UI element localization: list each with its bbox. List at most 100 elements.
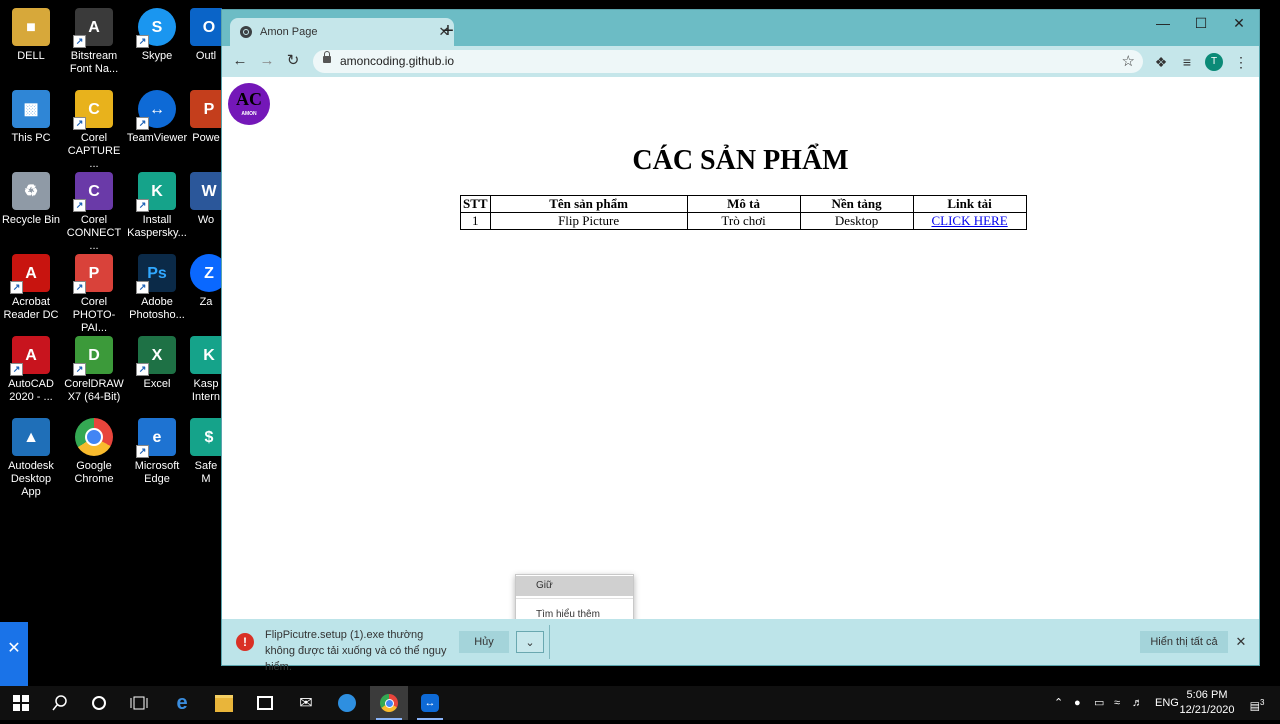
desktop-icon-corel-photopaint[interactable]: P ↗ Corel PHOTO-PAI... <box>63 254 125 335</box>
volume-icon[interactable]: ♬ <box>1132 686 1143 720</box>
desktop-icon-outlook[interactable]: O Outl <box>190 8 222 63</box>
taskbar-safari[interactable] <box>328 686 366 720</box>
desktop-icon-acrobat[interactable]: A ↗ Acrobat Reader DC <box>0 254 62 322</box>
desktop-icon-label: Acrobat Reader DC <box>3 296 59 321</box>
zalo-icon: Z <box>190 254 222 292</box>
desktop-icon-excel[interactable]: X ↗ Excel <box>126 336 188 391</box>
download-link[interactable]: CLICK HERE <box>931 213 1007 228</box>
download-options-button[interactable]: ⌄ <box>516 631 544 653</box>
show-all-button[interactable]: Hiển thị tất cả <box>1140 631 1228 653</box>
search-button[interactable] <box>41 686 79 720</box>
taskbar-teamviewer[interactable]: ↔ <box>411 686 449 720</box>
taskbar-mail[interactable]: ✉ <box>287 686 325 720</box>
menu-item-keep[interactable]: Giữ <box>516 576 633 596</box>
bookmark-star-icon[interactable]: ☆ <box>1122 50 1135 73</box>
autodesk-icon: ▲ <box>12 418 50 456</box>
address-bar[interactable]: amoncoding.github.io ☆ <box>313 50 1143 73</box>
desktop-icon-label: Corel PHOTO-PAI... <box>72 296 116 334</box>
microphone-icon[interactable]: ● <box>1074 686 1081 720</box>
new-tab-button[interactable]: + <box>438 19 458 43</box>
taskbar-file-explorer[interactable] <box>205 686 243 720</box>
desktop-icon-label: Kasp Intern <box>191 378 221 403</box>
desktop-icon-powerpoint[interactable]: P Powe <box>190 90 222 145</box>
desktop-icon-label: Autodesk Desktop App <box>8 460 54 498</box>
desktop-icon-label: DELL <box>17 50 45 62</box>
desktop-icon-label: Bitstream Font Na... <box>69 50 119 75</box>
site-logo[interactable]: AC AMON <box>228 83 270 125</box>
column-header: Nền tảng <box>799 195 914 213</box>
teamviewer-icon: ↔ <box>421 694 439 712</box>
desktop-icon-teamviewer[interactable]: ↔ ↗ TeamViewer <box>126 90 188 145</box>
desktop-icon-word[interactable]: W Wo <box>190 172 222 227</box>
extensions-icon[interactable]: ❖ <box>1151 52 1171 72</box>
menu-divider <box>516 598 633 599</box>
close-shelf-icon[interactable]: ✕ <box>1231 631 1251 653</box>
desktop-icon-photoshop[interactable]: Ps ↗ Adobe Photosho... <box>126 254 188 322</box>
tab-amon-page[interactable]: Amon Page ✕ <box>230 18 454 46</box>
desktop-icon-autocad[interactable]: A ↗ AutoCAD 2020 - ... <box>0 336 62 404</box>
media-queue-icon[interactable]: ≡ <box>1177 52 1197 72</box>
table-row: 1 Flip Picture Trò chơi Desktop CLICK HE… <box>460 212 1027 230</box>
reload-button[interactable]: ↻ <box>282 50 304 72</box>
profile-avatar[interactable]: T <box>1205 53 1223 71</box>
desktop-icon-edge[interactable]: e ↗ Microsoft Edge <box>126 418 188 486</box>
clock-date: 12/21/2020 <box>1179 704 1235 716</box>
word-icon: W <box>190 172 222 210</box>
taskbar-chrome[interactable] <box>370 686 408 720</box>
desktop-icon-label: CorelDRAW X7 (64-Bit) <box>64 378 124 403</box>
cortana-button[interactable] <box>80 686 118 720</box>
close-window-button[interactable]: ✕ <box>1220 10 1258 38</box>
mail-icon: ✉ <box>299 695 313 712</box>
action-center-button[interactable]: ▤3 <box>1246 686 1268 720</box>
skype-icon: S ↗ <box>136 8 176 48</box>
safe-money-icon: $ <box>190 418 222 456</box>
desktop-icon-corel-capture[interactable]: C ↗ Corel CAPTURE ... <box>63 90 125 171</box>
desktop-icon-chrome[interactable]: Google Chrome <box>63 418 125 486</box>
outlook-icon: O <box>190 8 222 46</box>
lock-icon <box>323 51 331 63</box>
folder-user-icon: ■ <box>12 8 50 46</box>
cortana-icon <box>92 696 106 710</box>
desktop-icon-recycle-bin[interactable]: ♻ Recycle Bin <box>0 172 62 227</box>
corel-capture-icon: C ↗ <box>73 90 113 130</box>
desktop-icon-this-pc[interactable]: ▩ This PC <box>0 90 62 145</box>
desktop-icon-coreldraw[interactable]: D ↗ CorelDRAW X7 (64-Bit) <box>63 336 125 404</box>
excel-icon: X ↗ <box>136 336 176 376</box>
column-header: Tên sản phẩm <box>489 195 688 213</box>
logo-text: AC <box>236 89 262 109</box>
clock[interactable]: 5:06 PM 12/21/2020 <box>1176 688 1238 718</box>
desktop-icon-zalo[interactable]: Z Za <box>190 254 222 309</box>
task-view-icon <box>130 696 148 710</box>
desktop-icon-kaspersky[interactable]: K ↗ Install Kaspersky... <box>126 172 188 240</box>
desktop-icon-kaspersky-internet[interactable]: K Kasp Intern <box>190 336 222 404</box>
desktop-icon-bitstream[interactable]: A ↗ Bitstream Font Na... <box>63 8 125 76</box>
windows-logo-icon <box>13 695 29 711</box>
acrobat-icon: A ↗ <box>10 254 50 294</box>
desktop-icon-label: Outl <box>195 50 217 62</box>
taskbar-store[interactable] <box>246 686 284 720</box>
desktop-icon-label: Google Chrome <box>74 460 114 485</box>
maximize-button[interactable]: ☐ <box>1182 10 1220 38</box>
desktop-icon-skype[interactable]: S ↗ Skype <box>126 8 188 63</box>
recycle-bin-icon: ♻ <box>12 172 50 210</box>
photoshop-icon: Ps ↗ <box>136 254 176 294</box>
forward-button[interactable]: → <box>256 50 278 72</box>
back-button[interactable]: ← <box>229 50 251 72</box>
task-view-button[interactable] <box>120 686 158 720</box>
battery-icon[interactable]: ▭ <box>1094 686 1104 720</box>
cancel-download-button[interactable]: Hủy <box>459 631 509 653</box>
desktop-icon-safe-money[interactable]: $ Safe M <box>190 418 222 486</box>
wifi-icon[interactable]: ≈ <box>1114 686 1120 720</box>
show-hidden-icons[interactable]: ⌃ <box>1054 686 1063 720</box>
taskbar-edge[interactable]: e <box>163 686 201 720</box>
start-button[interactable] <box>2 686 40 720</box>
notification-icon: ▤ <box>1249 700 1260 713</box>
desktop-icon-autodesk[interactable]: ▲ Autodesk Desktop App <box>0 418 62 499</box>
menu-kebab-icon[interactable]: ⋮ <box>1231 52 1251 72</box>
browser-toolbar: ← → ↻ amoncoding.github.io ☆ ❖ ≡ T ⋮ <box>222 46 1259 77</box>
logo-subtext: AMON <box>241 111 257 117</box>
desktop-icon-corel-connect[interactable]: C ↗ Corel CONNECT ... <box>63 172 125 253</box>
notification-close-button[interactable]: ✕ <box>0 622 28 686</box>
desktop-icon-dell[interactable]: ■ DELL <box>0 8 62 63</box>
minimize-button[interactable]: — <box>1144 10 1182 38</box>
